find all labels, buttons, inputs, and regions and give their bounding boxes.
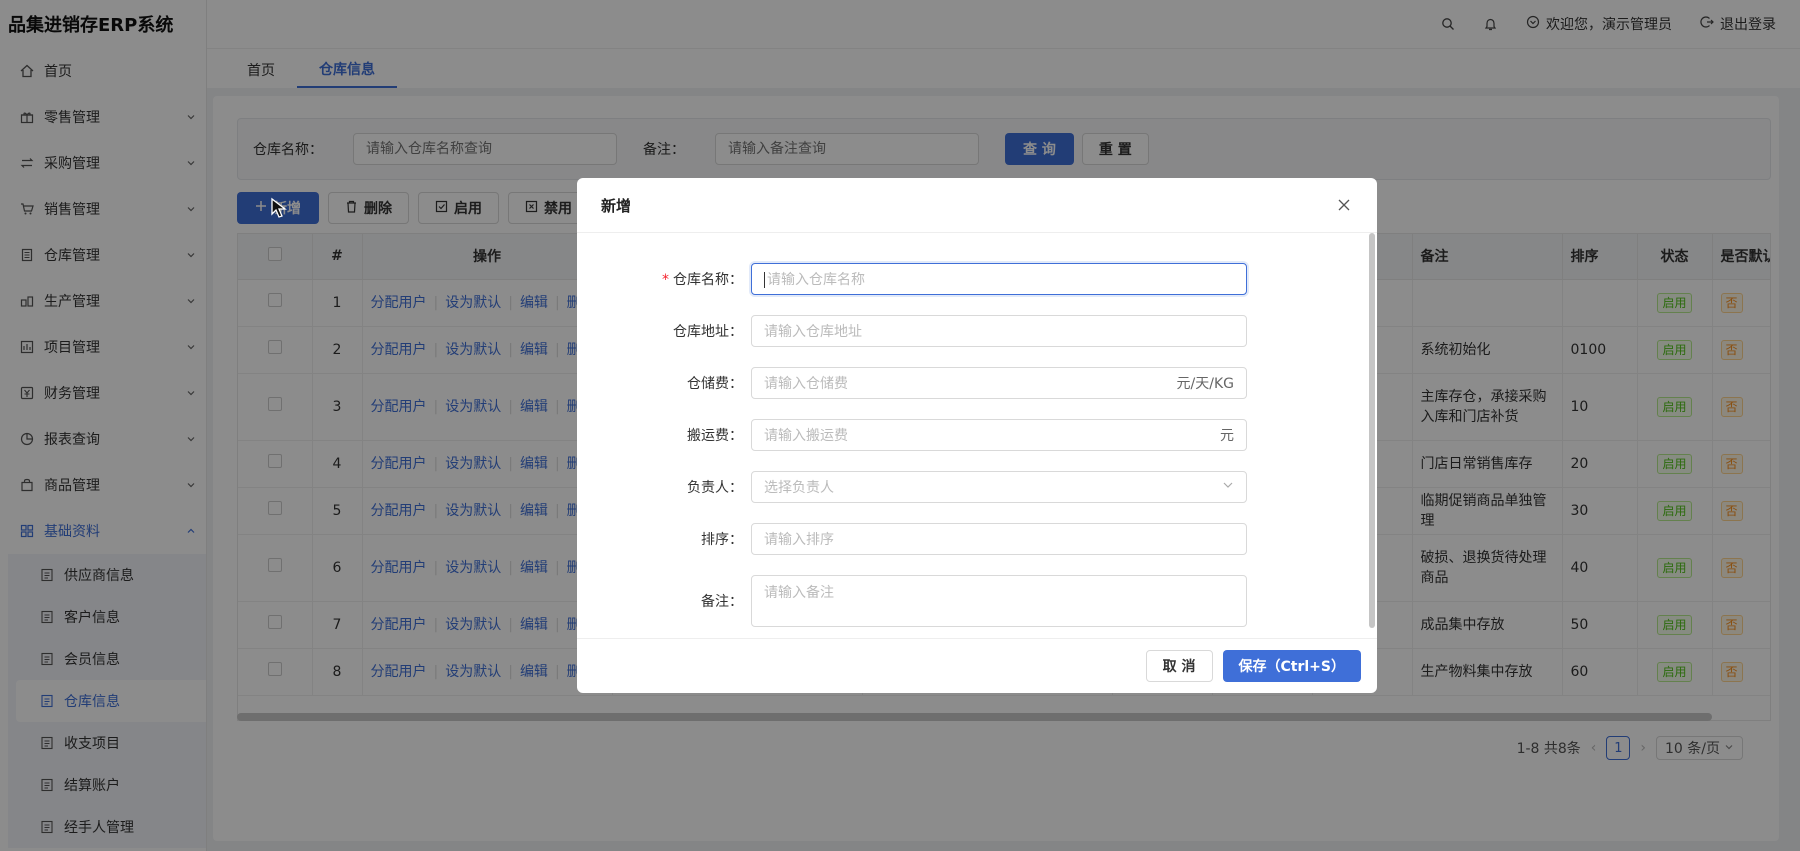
chevron-down-icon bbox=[1222, 479, 1234, 495]
form-row-name: * 仓库名称： 请输入仓库名称 bbox=[577, 263, 1357, 295]
cancel-button[interactable]: 取 消 bbox=[1145, 650, 1213, 682]
manager-select[interactable]: 选择负责人 bbox=[751, 471, 1247, 503]
dialog-header: 新增 bbox=[577, 178, 1377, 233]
storage-fee-placeholder: 请输入仓储费 bbox=[764, 376, 848, 392]
handling-fee-placeholder: 请输入搬运费 bbox=[764, 428, 848, 444]
handling-fee-field-label: 搬运费： bbox=[687, 428, 743, 444]
warehouse-address-field-label: 仓库地址： bbox=[673, 324, 743, 340]
required-asterisk: * bbox=[662, 272, 669, 288]
warehouse-name-placeholder: 请输入仓库名称 bbox=[767, 272, 865, 288]
close-icon[interactable] bbox=[1335, 196, 1353, 214]
form-row-handling-fee: 搬运费： 请输入搬运费 元 bbox=[577, 419, 1357, 451]
app-root: 品集进销存ERP系统 首页 零售管理 采购管理 销售管理 仓库管理 生产管理 项… bbox=[0, 0, 1800, 851]
dialog-footer: 取 消 保存（Ctrl+S） bbox=[577, 638, 1377, 693]
form-row-remark: 备注： 请输入备注 bbox=[577, 575, 1357, 627]
warehouse-address-placeholder: 请输入仓库地址 bbox=[764, 324, 862, 340]
manager-placeholder: 选择负责人 bbox=[764, 480, 834, 496]
form-row-sort: 排序： 请输入排序 bbox=[577, 523, 1357, 555]
dialog-scrollbar[interactable] bbox=[1369, 233, 1375, 628]
remark-field-label: 备注： bbox=[701, 594, 743, 610]
manager-field-label: 负责人： bbox=[687, 480, 743, 496]
sort-field-label: 排序： bbox=[701, 532, 743, 548]
storage-fee-field[interactable]: 请输入仓储费 元/天/KG bbox=[751, 367, 1247, 399]
handling-fee-suffix: 元 bbox=[1220, 428, 1234, 444]
sort-field[interactable]: 请输入排序 bbox=[751, 523, 1247, 555]
storage-fee-suffix: 元/天/KG bbox=[1176, 376, 1234, 392]
remark-textarea[interactable]: 请输入备注 bbox=[751, 575, 1247, 627]
mouse-cursor-icon bbox=[271, 197, 287, 218]
form-row-address: 仓库地址： 请输入仓库地址 bbox=[577, 315, 1357, 347]
handling-fee-field[interactable]: 请输入搬运费 元 bbox=[751, 419, 1247, 451]
form-row-storage-fee: 仓储费： 请输入仓储费 元/天/KG bbox=[577, 367, 1357, 399]
dialog-title: 新增 bbox=[601, 196, 632, 215]
warehouse-name-field[interactable]: 请输入仓库名称 bbox=[751, 263, 1247, 295]
storage-fee-field-label: 仓储费： bbox=[687, 376, 743, 392]
sort-placeholder: 请输入排序 bbox=[764, 532, 834, 548]
add-warehouse-dialog: 新增 * 仓库名称： 请输入仓库名称 仓库地址： 请输入仓库地址 仓储费： 请输入… bbox=[577, 178, 1377, 693]
dialog-body: * 仓库名称： 请输入仓库名称 仓库地址： 请输入仓库地址 仓储费： 请输入仓储费… bbox=[577, 233, 1377, 638]
save-button[interactable]: 保存（Ctrl+S） bbox=[1222, 650, 1361, 682]
warehouse-name-field-label: * 仓库名称： bbox=[662, 272, 743, 288]
form-row-manager: 负责人： 选择负责人 bbox=[577, 471, 1357, 503]
remark-placeholder: 请输入备注 bbox=[764, 585, 834, 601]
warehouse-address-field[interactable]: 请输入仓库地址 bbox=[751, 315, 1247, 347]
